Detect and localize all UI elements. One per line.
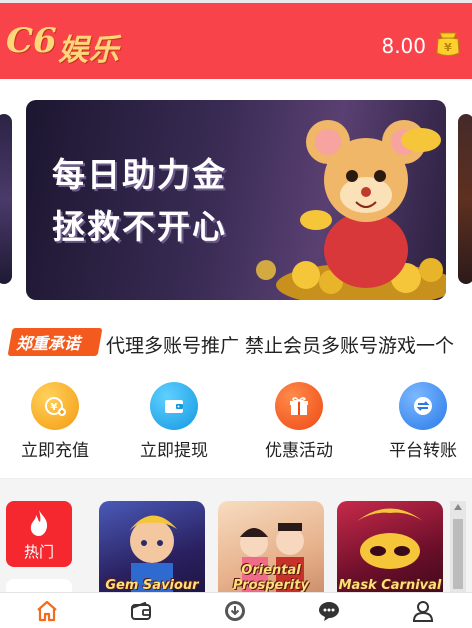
game-card-gem-saviour[interactable]: Gem Saviour (99, 501, 205, 601)
game-title: Oriental Prosperity (233, 563, 309, 593)
withdraw-button[interactable]: 立即提现 (124, 380, 224, 462)
withdraw-wallet-icon (150, 382, 198, 430)
recharge-label: 立即充值 (21, 441, 89, 461)
category-hot-label: 热门 (23, 543, 54, 561)
mouse-mascot-illustration (256, 120, 446, 300)
logo-mark: C6 (6, 21, 57, 61)
flame-icon (30, 510, 48, 536)
chat-icon (319, 602, 339, 621)
wallet-icon (131, 601, 151, 620)
banner-next-slide[interactable] (458, 114, 472, 284)
banner-headline-2: 拯救不开心 (52, 207, 227, 246)
top-header: C6 娱乐 8.00 ¥ (0, 0, 472, 79)
quick-actions: ¥ 立即充值 立即提现 优惠活动 平台转账 (0, 380, 472, 462)
scrollbar-thumb[interactable] (453, 519, 463, 589)
promotions-button[interactable]: 优惠活动 (249, 380, 349, 462)
game-title: Gem Saviour (105, 578, 199, 593)
notice-marquee[interactable]: 郑重承诺 代理多账号推广 禁止会员多账号游戏一个 (0, 326, 472, 360)
tab-profile[interactable] (376, 597, 470, 628)
gift-icon (275, 382, 323, 430)
transfer-button[interactable]: 平台转账 (373, 380, 472, 462)
promotions-label: 优惠活动 (265, 441, 333, 461)
download-icon (225, 601, 245, 621)
recharge-button[interactable]: ¥ 立即充值 (5, 380, 105, 462)
game-section: 热门 Gem Saviour Oriental Prosperity Mask … (0, 478, 472, 609)
game-list-scrollbar[interactable] (450, 501, 466, 594)
banner-prev-slide[interactable] (0, 114, 12, 284)
balance-amount: 8.00 (381, 34, 426, 58)
banner-carousel[interactable]: 每日助力金 拯救不开心 (0, 79, 472, 319)
category-hot[interactable]: 热门 (6, 501, 72, 567)
logo-text: 娱乐 (58, 33, 120, 68)
banner-headline-1: 每日助力金 (52, 155, 227, 194)
tab-download[interactable] (188, 597, 282, 628)
tab-wallet[interactable] (94, 597, 188, 628)
scroll-up-arrow-icon[interactable] (454, 504, 462, 510)
notice-text: 代理多账号推广 禁止会员多账号游戏一个 (106, 335, 455, 357)
svg-text:¥: ¥ (444, 41, 452, 54)
user-icon (412, 601, 434, 622)
banner-slide[interactable]: 每日助力金 拯救不开心 (26, 100, 446, 300)
game-card-mask-carnival[interactable]: Mask Carnival (337, 501, 443, 601)
bottom-tab-bar (0, 592, 472, 628)
home-icon (37, 600, 57, 622)
notice-tag-label: 郑重承诺 (16, 334, 81, 353)
transfer-icon (399, 382, 447, 430)
recharge-icon: ¥ (31, 382, 79, 430)
withdraw-label: 立即提现 (140, 441, 208, 461)
game-card-oriental-prosperity[interactable]: Oriental Prosperity (218, 501, 324, 601)
transfer-label: 平台转账 (389, 441, 457, 461)
tab-home[interactable] (0, 597, 94, 628)
app-root: C6 娱乐 8.00 ¥ 每日助力金 拯救不开心 郑重承诺 代理多账号推广 禁止… (0, 0, 472, 628)
brand-logo[interactable]: C6 娱乐 (6, 21, 140, 68)
wallet-coin-icon[interactable]: ¥ (435, 29, 461, 59)
svg-text:¥: ¥ (51, 402, 58, 413)
tab-chat[interactable] (282, 597, 376, 628)
game-title: Mask Carnival (338, 578, 442, 593)
